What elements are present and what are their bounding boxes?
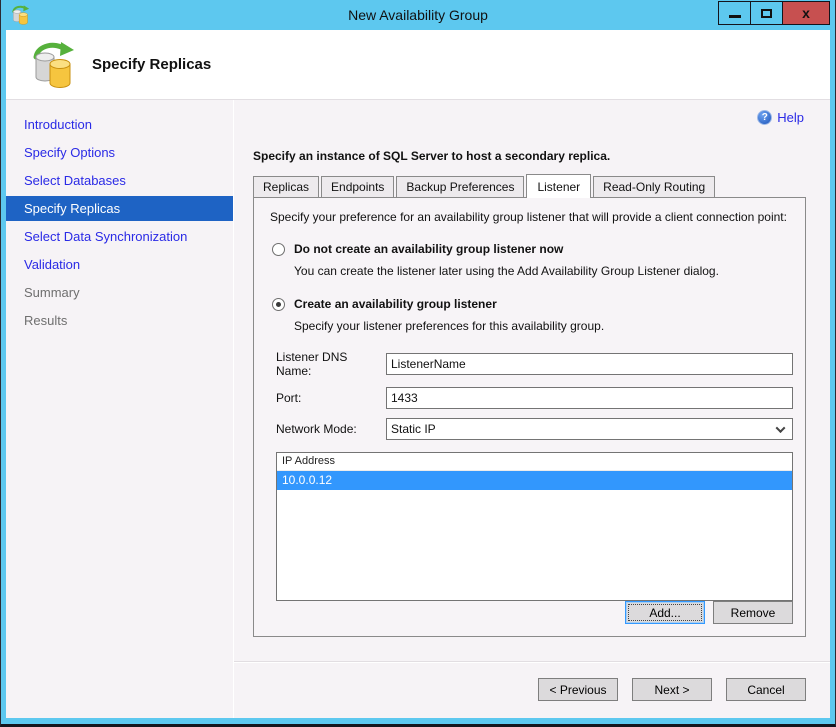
ip-address-column-header[interactable]: IP Address (277, 453, 792, 471)
replica-tabs: Replicas Endpoints Backup Preferences Li… (253, 174, 806, 198)
port-input[interactable] (386, 387, 793, 409)
ip-address-row[interactable]: 10.0.0.12 (277, 471, 792, 490)
cancel-button[interactable]: Cancel (726, 678, 806, 701)
port-row: Port: (276, 387, 793, 409)
tab-read-only-routing[interactable]: Read-Only Routing (593, 176, 716, 197)
wizard-footer: < Previous Next > Cancel (234, 662, 830, 718)
maximize-icon (761, 8, 772, 18)
dns-name-label: Listener DNS Name: (276, 350, 348, 378)
wizard-window: New Availability Group x Specify Replica… (0, 0, 836, 727)
dns-name-row: Listener DNS Name: (276, 350, 793, 378)
sidebar-item-select-databases[interactable]: Select Databases (6, 168, 233, 193)
tab-replicas[interactable]: Replicas (253, 176, 320, 197)
page-instruction: Specify an instance of SQL Server to hos… (253, 149, 611, 163)
window-controls: x (718, 1, 830, 25)
next-button[interactable]: Next > (632, 678, 712, 701)
add-button[interactable]: Add... (625, 601, 705, 624)
listener-tab-panel: Specify your preference for an availabil… (253, 197, 806, 637)
sidebar-item-validation[interactable]: Validation (6, 252, 233, 277)
dialog-surface: Specify Replicas Introduction Specify Op… (6, 30, 830, 718)
listener-intro-text: Specify your preference for an availabil… (270, 210, 787, 224)
sidebar-item-specify-replicas[interactable]: Specify Replicas (6, 196, 233, 221)
network-mode-row: Network Mode: Static IP (276, 418, 793, 440)
ip-list-actions: Add... Remove (266, 601, 793, 624)
close-icon: x (802, 5, 810, 21)
ip-address-list[interactable]: IP Address 10.0.0.12 (276, 452, 793, 601)
app-icon (12, 5, 30, 25)
network-mode-value: Static IP (391, 422, 436, 436)
tab-listener[interactable]: Listener (526, 174, 592, 198)
maximize-button[interactable] (750, 1, 783, 25)
network-mode-label: Network Mode: (276, 422, 357, 436)
remove-button[interactable]: Remove (713, 601, 793, 624)
option-create-listener[interactable]: Create an availability group listener (272, 297, 793, 311)
replicas-database-icon (28, 41, 76, 89)
previous-button[interactable]: < Previous (538, 678, 618, 701)
network-mode-dropdown[interactable]: Static IP (386, 418, 793, 440)
dns-name-input[interactable] (386, 353, 793, 375)
help-area: ? Help (234, 100, 830, 125)
option-create-listener-description: Specify your listener preferences for th… (294, 319, 605, 333)
minimize-icon (728, 14, 741, 18)
option-no-listener-description: You can create the listener later using … (294, 264, 719, 278)
chevron-down-icon (775, 422, 786, 433)
option-no-listener[interactable]: Do not create an availability group list… (272, 242, 793, 256)
radio-no-listener[interactable] (272, 242, 285, 256)
help-icon: ? (757, 110, 773, 125)
help-link[interactable]: Help (777, 110, 804, 125)
sidebar-item-results: Results (24, 313, 68, 328)
page-title: Specify Replicas (92, 56, 212, 73)
page-banner: Specify Replicas (6, 30, 830, 100)
window-title: New Availability Group (348, 7, 488, 23)
sidebar-item-select-data-synchronization[interactable]: Select Data Synchronization (6, 224, 233, 249)
radio-create-listener[interactable] (272, 297, 285, 311)
close-button[interactable]: x (782, 1, 830, 25)
minimize-button[interactable] (718, 1, 751, 25)
port-label: Port: (276, 391, 302, 405)
title-bar[interactable]: New Availability Group x (6, 0, 830, 30)
tab-backup-preferences[interactable]: Backup Preferences (396, 176, 525, 197)
sidebar-item-specify-options[interactable]: Specify Options (6, 140, 233, 165)
sidebar-item-summary: Summary (24, 285, 80, 300)
option-create-listener-label: Create an availability group listener (294, 297, 497, 311)
wizard-steps-sidebar: Introduction Specify Options Select Data… (6, 100, 234, 718)
tab-endpoints[interactable]: Endpoints (321, 176, 395, 197)
sidebar-item-introduction[interactable]: Introduction (6, 112, 233, 137)
option-no-listener-label: Do not create an availability group list… (294, 242, 564, 256)
